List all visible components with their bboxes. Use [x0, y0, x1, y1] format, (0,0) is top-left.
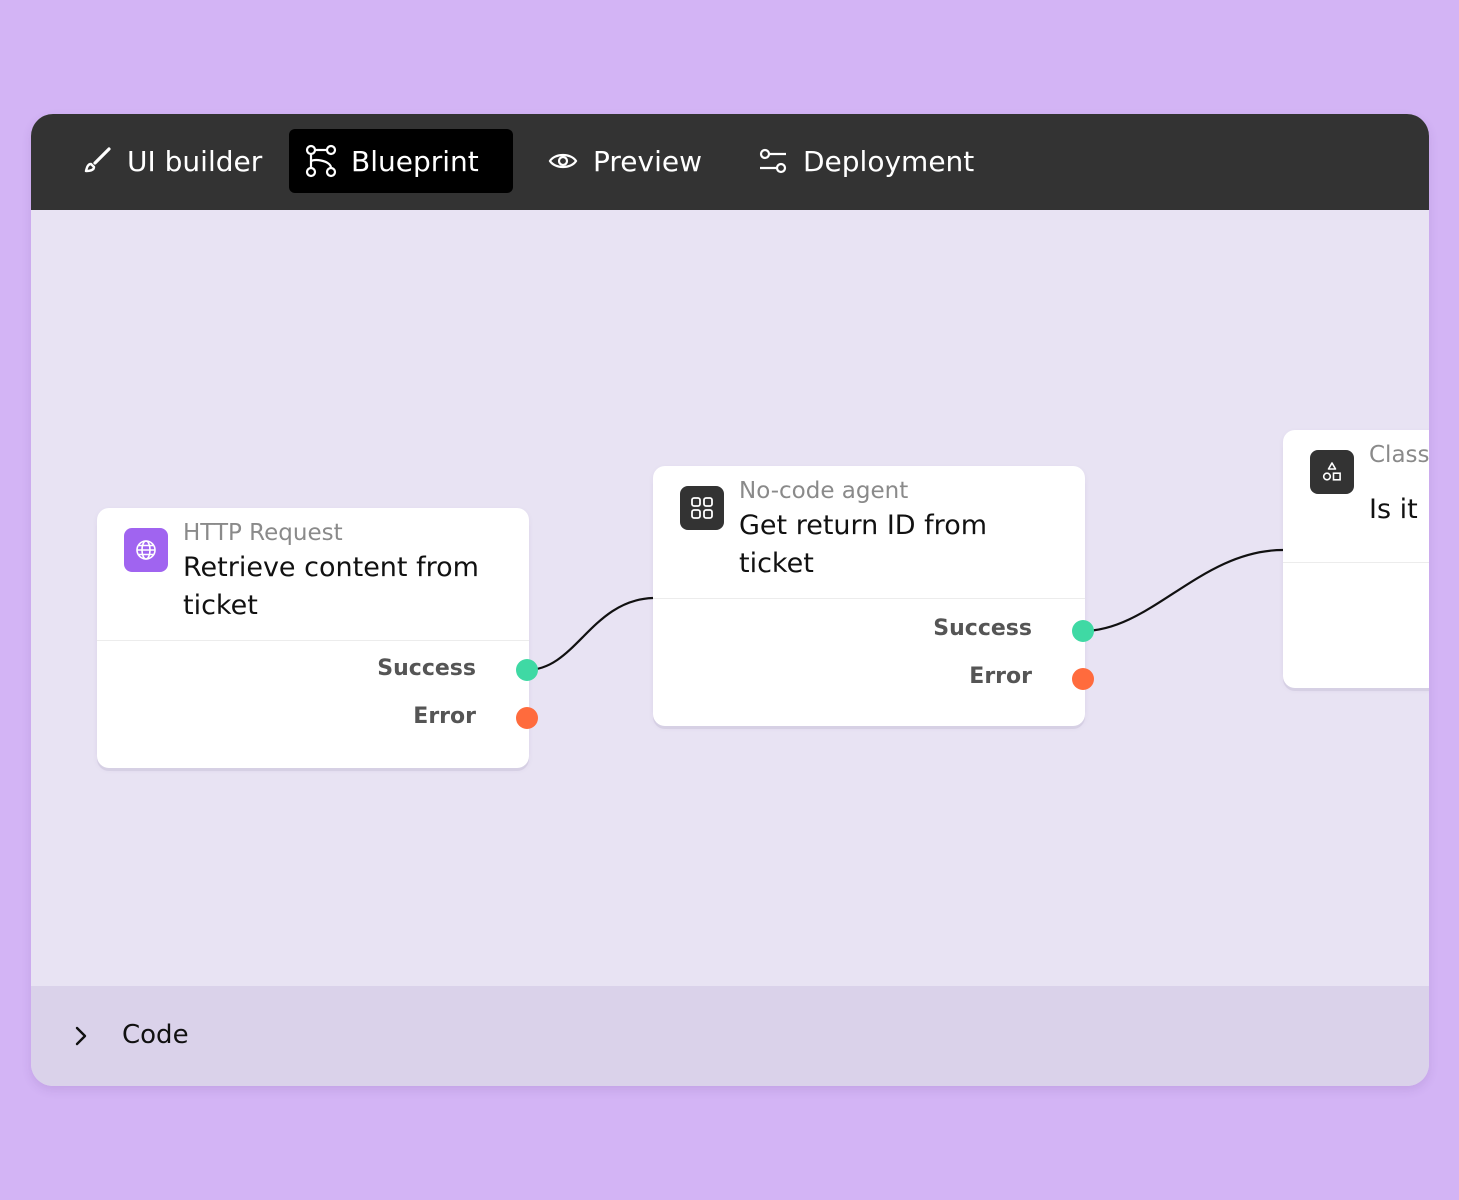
tab-label: Preview — [593, 144, 702, 178]
node-type: Class — [1369, 442, 1429, 468]
tab-label: Blueprint — [351, 144, 479, 178]
error-port[interactable] — [1072, 668, 1094, 690]
divider — [653, 598, 1085, 599]
tab-label: Deployment — [803, 144, 975, 178]
flow-branch-icon — [303, 143, 339, 179]
divider — [97, 640, 529, 641]
error-port[interactable] — [516, 707, 538, 729]
blueprint-canvas[interactable]: HTTP Request Retrieve content from ticke… — [31, 210, 1429, 986]
code-label: Code — [122, 1020, 189, 1050]
tab-blueprint[interactable]: Blueprint — [289, 129, 513, 193]
brush-icon — [79, 143, 115, 179]
tab-ui-builder[interactable]: UI builder — [79, 129, 262, 193]
success-port[interactable] — [516, 659, 538, 681]
sliders-icon — [755, 143, 791, 179]
node-classifier[interactable]: Class Is it — [1283, 430, 1429, 688]
app-window: UI builder Blueprint Preview Deployment … — [31, 114, 1429, 1086]
node-http-request[interactable]: HTTP Request Retrieve content from ticke… — [97, 508, 529, 768]
eye-icon — [545, 143, 581, 179]
node-title: Get return ID from ticket — [739, 510, 988, 579]
code-panel-toggle[interactable]: Code — [31, 986, 1429, 1086]
globe-icon — [124, 528, 168, 572]
connection-wire — [1082, 548, 1284, 633]
node-no-code-agent[interactable]: No-code agent Get return ID from ticket … — [653, 466, 1085, 726]
port-label-error: Error — [413, 704, 476, 729]
divider — [1283, 562, 1429, 563]
tab-preview[interactable]: Preview — [545, 129, 702, 193]
top-toolbar: UI builder Blueprint Preview Deployment — [31, 114, 1429, 210]
tab-deployment[interactable]: Deployment — [755, 129, 974, 193]
tab-label: UI builder — [127, 144, 263, 178]
node-title: Retrieve content from ticket — [183, 552, 479, 621]
port-label-success: Success — [377, 656, 476, 681]
chevron-right-icon — [75, 1026, 87, 1046]
node-title: Is it — [1369, 494, 1418, 525]
shapes-icon — [1310, 450, 1354, 494]
port-label-error: Error — [969, 664, 1032, 689]
node-type: HTTP Request — [183, 520, 343, 546]
port-label-success: Success — [933, 616, 1032, 641]
connection-wire — [526, 596, 654, 672]
node-type: No-code agent — [739, 478, 909, 504]
success-port[interactable] — [1072, 620, 1094, 642]
grid-icon — [680, 486, 724, 530]
